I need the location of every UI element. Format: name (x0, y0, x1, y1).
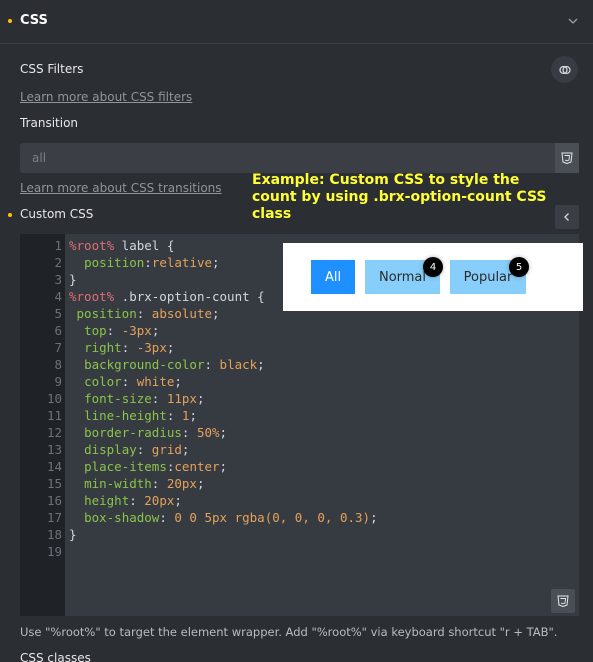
annotation-text: Example: Custom CSS to style the count b… (252, 172, 547, 222)
filter-button-label: Popular (463, 269, 513, 285)
filter-button-all[interactable]: All (311, 260, 355, 294)
code-line: display: grid; (84, 442, 190, 457)
code-line: line-height: 1; (84, 408, 197, 423)
editor-css-button[interactable] (551, 589, 575, 613)
line-number: 3 (54, 272, 62, 287)
css-filters-link[interactable]: Learn more about CSS filters (20, 90, 192, 104)
line-number: 13 (46, 442, 62, 457)
code-line: font-size: 11px; (84, 391, 205, 406)
filter-button-label: Normal (378, 269, 427, 285)
filter-button-normal[interactable]: Normal 4 (365, 257, 443, 294)
line-number: 4 (54, 289, 62, 304)
filter-icon (558, 65, 571, 74)
custom-css-dot (8, 213, 12, 217)
preview-panel: All Normal 4 Popular 5 (283, 243, 583, 311)
code-line: } (69, 527, 77, 542)
css-transitions-link[interactable]: Learn more about CSS transitions (20, 181, 222, 195)
code-line: top: -3px; (84, 323, 160, 338)
code-line: place-items:center; (84, 459, 228, 474)
css3-icon (561, 152, 573, 164)
code-line: border-radius: 50%; (84, 425, 228, 440)
chevron-left-icon (564, 213, 569, 221)
code-line: color: white; (84, 374, 182, 389)
line-number: 14 (46, 459, 62, 474)
line-number: 8 (54, 357, 62, 372)
transition-label: Transition (20, 116, 79, 130)
line-number: 9 (54, 374, 62, 389)
css3-icon (557, 595, 569, 607)
accent-dot (8, 19, 12, 23)
code-line: box-shadow: 0 0 5px rgba(0, 0, 0, 0.3); (84, 510, 378, 525)
line-number: 11 (46, 408, 62, 423)
code-line: height: 20px; (84, 493, 182, 508)
chevron-down-icon[interactable] (566, 14, 580, 28)
code-line: background-color: black; (84, 357, 265, 372)
line-number: 10 (46, 391, 62, 406)
section-header[interactable]: CSS (0, 0, 593, 44)
line-number: 17 (46, 510, 62, 525)
line-gutter: 1 2 3 4 5 6 7 8 9 10 11 12 13 14 15 16 17 18 19 (20, 234, 65, 616)
transition-css-button[interactable] (555, 143, 579, 173)
filter-button[interactable] (551, 56, 578, 83)
option-count-badge: 4 (423, 257, 443, 277)
custom-css-label: Custom CSS (20, 207, 94, 221)
code-line: min-width: 20px; (84, 476, 205, 491)
css-classes-label: CSS classes (20, 651, 91, 662)
line-number: 19 (46, 544, 62, 559)
line-number: 6 (54, 323, 62, 338)
transition-placeholder: all (32, 151, 47, 165)
line-number: 12 (46, 425, 62, 440)
help-text: Use "%root%" to target the element wrapp… (20, 625, 558, 639)
filter-button-popular[interactable]: Popular 5 (450, 257, 529, 294)
section-title: CSS (20, 13, 48, 28)
option-count-badge: 5 (509, 257, 529, 277)
line-number: 18 (46, 527, 62, 542)
line-number: 7 (54, 340, 62, 355)
transition-input[interactable]: all (20, 143, 555, 173)
code-line: right: -3px; (84, 340, 175, 355)
line-number: 16 (46, 493, 62, 508)
collapse-button[interactable] (555, 205, 579, 229)
line-number: 1 (54, 238, 62, 253)
line-number: 5 (54, 306, 62, 321)
filter-button-label: All (324, 269, 342, 285)
line-number: 2 (54, 255, 62, 270)
css-filters-label: CSS Filters (20, 62, 84, 76)
line-number: 15 (46, 476, 62, 491)
